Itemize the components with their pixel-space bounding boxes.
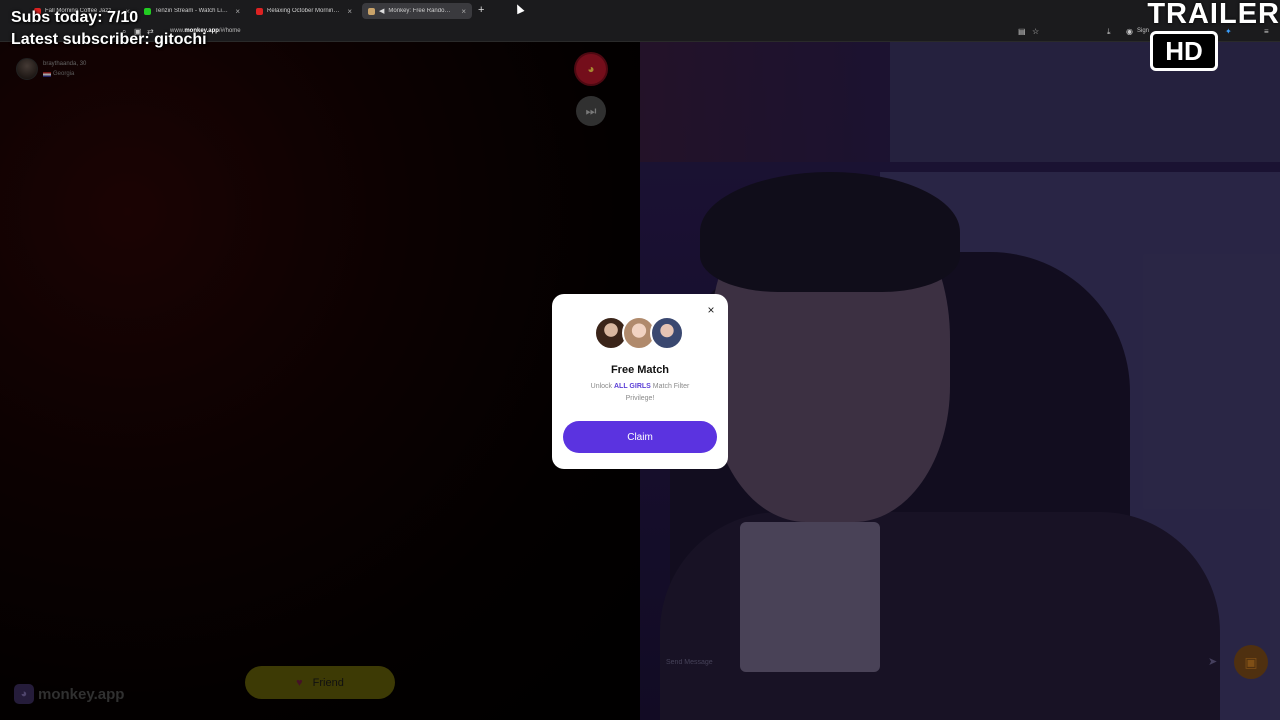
youtube-favicon-icon (256, 7, 263, 15)
tab-title: Monkey: Free Random Vid- (388, 8, 456, 14)
url-path: /#/home (218, 28, 241, 34)
bookmark-star-icon[interactable]: ☆ (1032, 27, 1039, 36)
tab-title: Relaxing October Morning Jazz (267, 8, 342, 14)
modal-title: Free Match (610, 364, 670, 376)
tab-tenzin-stream[interactable]: Tenzin Stream - Watch Live on × (138, 3, 246, 19)
tab-monkey-app[interactable]: ◀ Monkey: Free Random Vid- × (362, 3, 472, 19)
trailer-label: TRAILER (1147, 0, 1280, 30)
modal-description: Unlock ALL GIRLS Match Filter Privilege! (576, 381, 704, 405)
stream-favicon-icon (144, 7, 151, 15)
hd-badge: HD (1150, 31, 1218, 71)
speaker-icon[interactable]: ◀ (379, 7, 384, 15)
close-icon[interactable]: × (704, 303, 718, 317)
account-icon[interactable]: ◉ (1126, 27, 1133, 36)
tab-close-icon[interactable]: × (235, 7, 240, 16)
download-icon[interactable]: ⤓ (1107, 27, 1111, 37)
desc-prefix: Unlock (590, 383, 614, 390)
girl-avatars (594, 316, 686, 352)
monkey-favicon-icon (368, 7, 375, 15)
latest-subscriber: Latest subscriber: gitochi (11, 31, 207, 48)
new-tab-button[interactable]: + (478, 4, 484, 16)
tab-title: Tenzin Stream - Watch Live on (155, 8, 230, 14)
avatar (650, 316, 684, 350)
tab-close-icon[interactable]: × (461, 7, 466, 16)
claim-button[interactable]: Claim (563, 421, 717, 453)
tab-relaxing-october-jazz[interactable]: Relaxing October Morning Jazz × (250, 3, 358, 19)
subs-today-counter: Subs today: 7/10 (11, 9, 139, 26)
reader-icon[interactable]: ▤ (1018, 27, 1026, 36)
browser-tab-bar: Fall Morning Coffee Jazz Music × Tenzin … (0, 0, 1280, 22)
desc-highlight: ALL GIRLS (614, 383, 651, 390)
mouse-cursor-icon (513, 2, 525, 15)
tab-close-icon[interactable]: × (347, 7, 352, 16)
